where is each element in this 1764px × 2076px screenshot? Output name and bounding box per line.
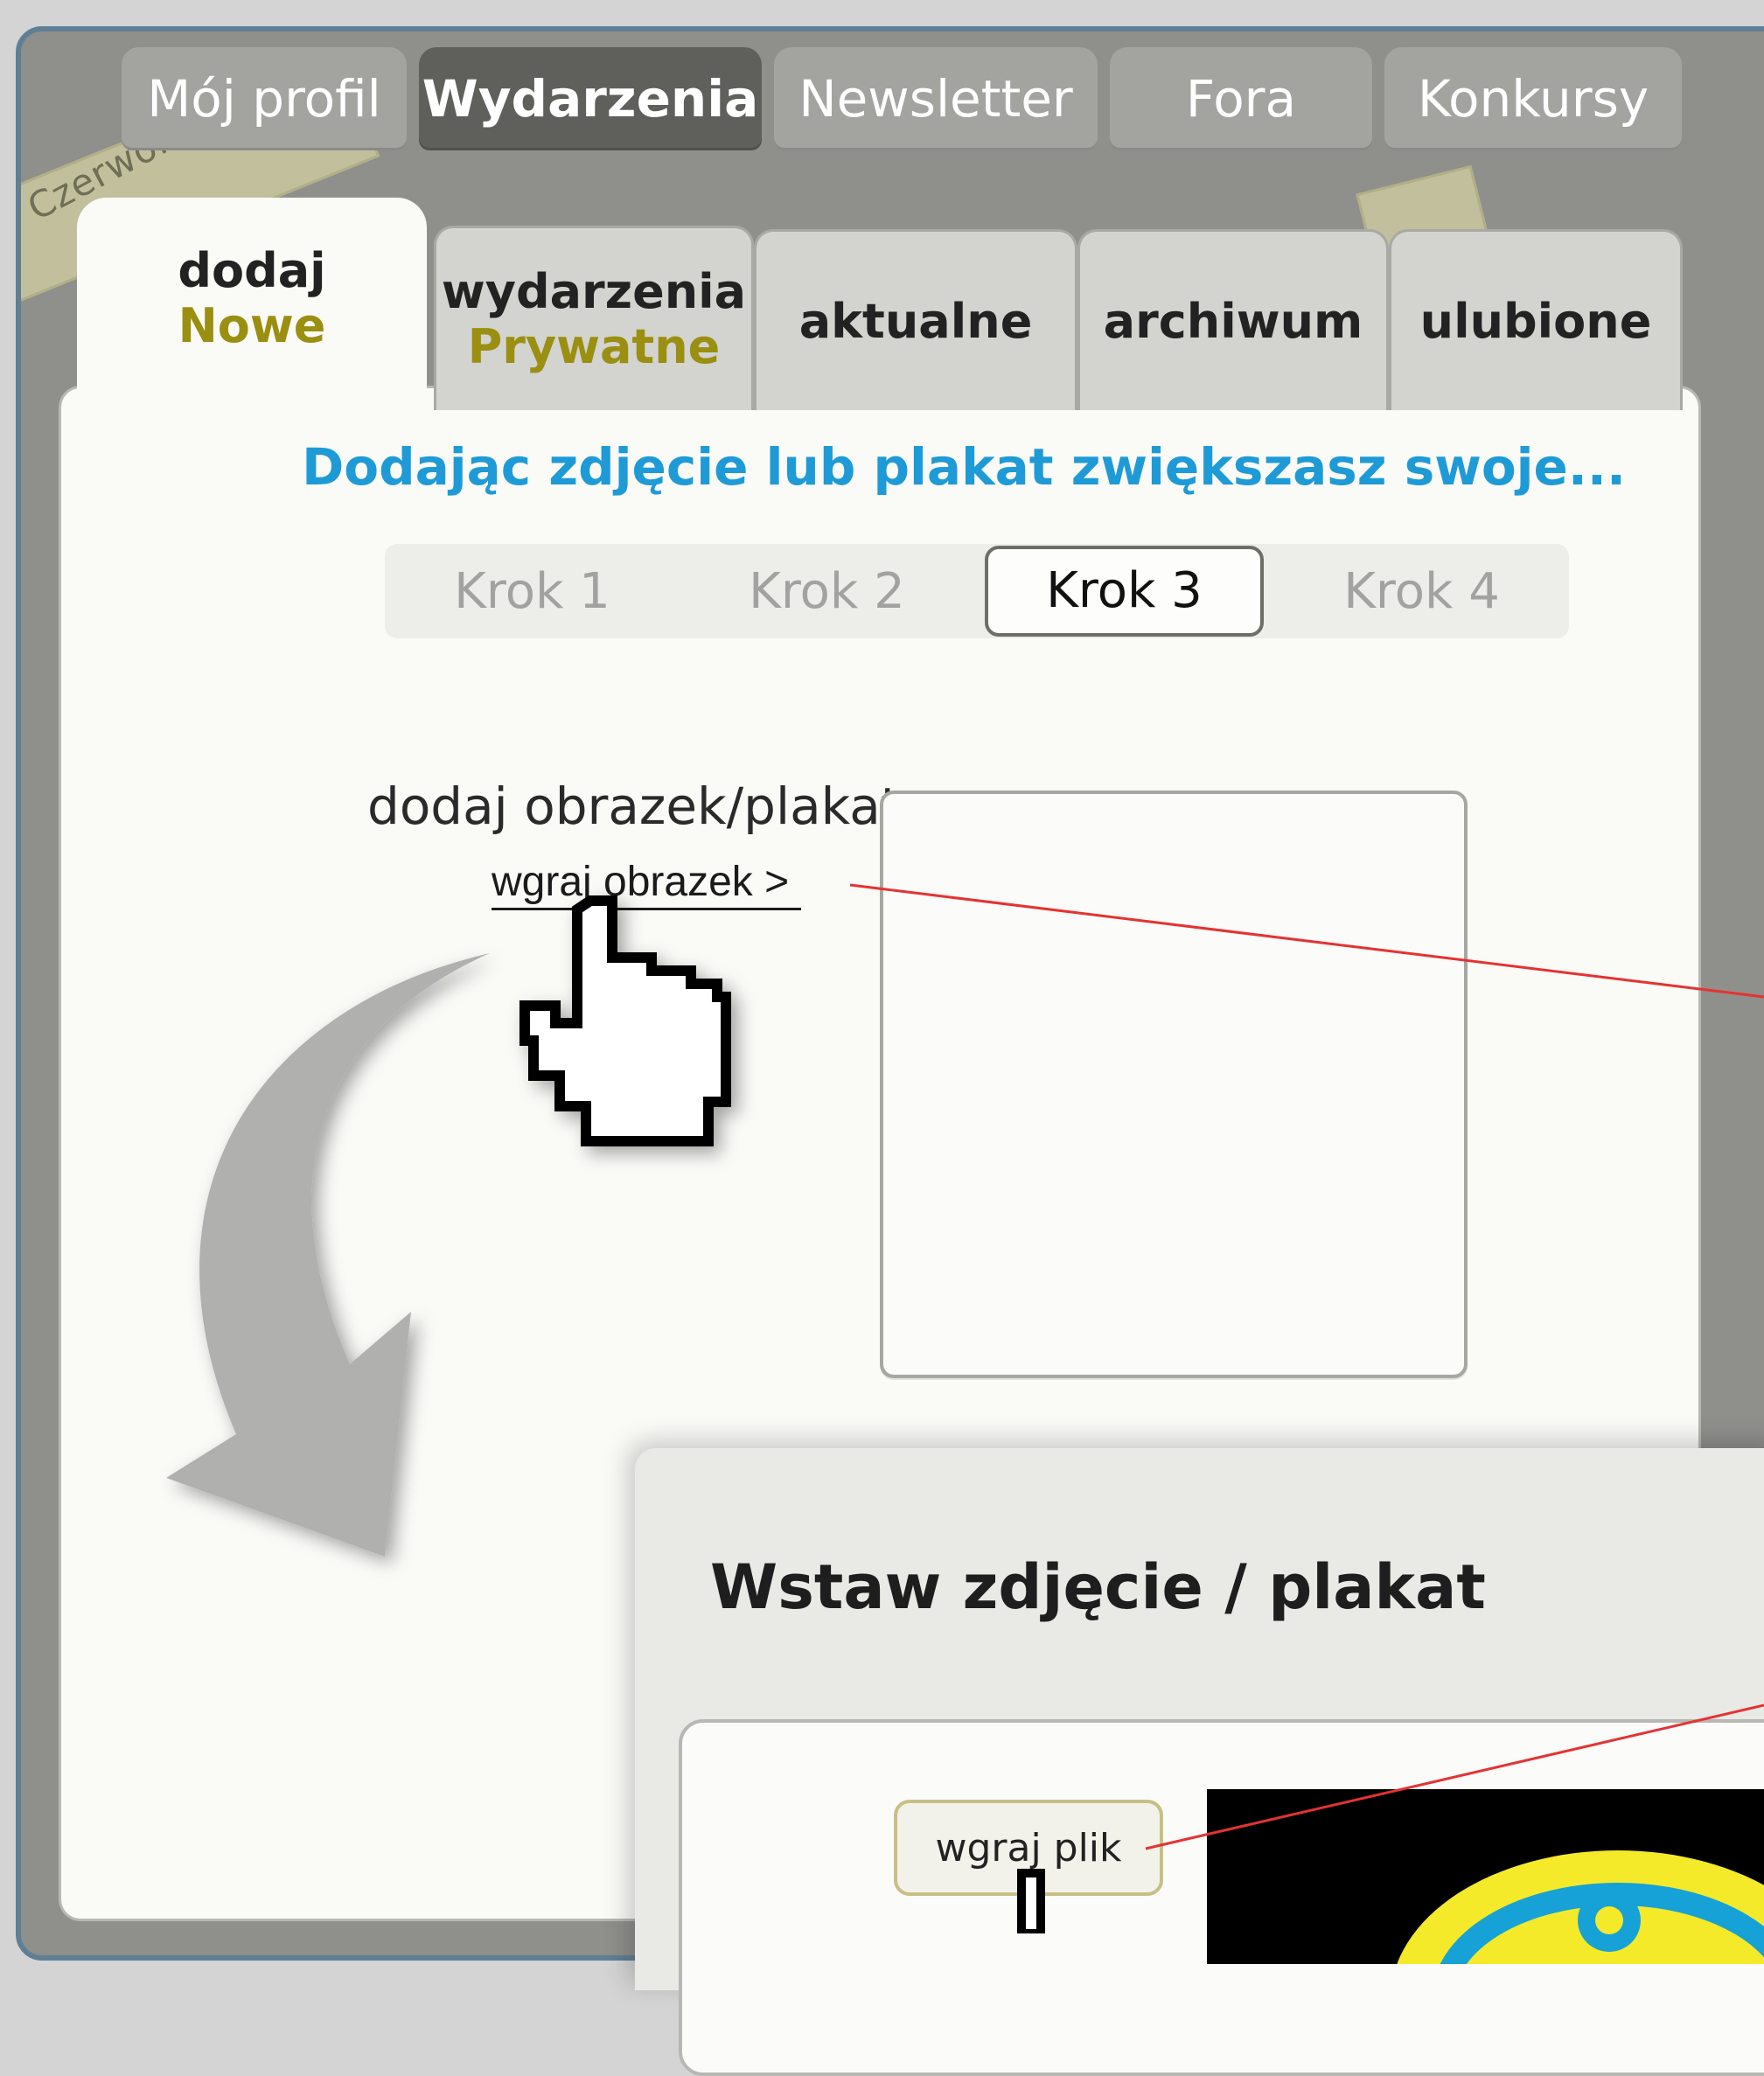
step-2[interactable]: Krok 2: [680, 563, 974, 620]
poster-graphic: [1391, 1850, 1764, 2076]
top-navigation: Mój profil Wydarzenia Newsletter Fora Ko…: [122, 47, 1694, 150]
step-1[interactable]: Krok 1: [385, 563, 680, 620]
step-4[interactable]: Krok 4: [1274, 563, 1569, 620]
sub-tab-line1: archiwum: [1103, 293, 1363, 349]
image-preview-box: [880, 791, 1468, 1378]
step-3[interactable]: Krok 3: [984, 546, 1265, 637]
step-indicator: Krok 1 Krok 2 Krok 3 Krok 4: [385, 544, 1569, 638]
top-tab-newsletter[interactable]: Newsletter: [774, 47, 1098, 150]
top-tab-forums[interactable]: Fora: [1110, 47, 1372, 150]
top-tab-profile[interactable]: Mój profil: [122, 47, 407, 150]
upload-file-button[interactable]: wgraj plik: [894, 1800, 1163, 1896]
top-tab-contests[interactable]: Konkursy: [1384, 47, 1682, 150]
poster-preview-image: [1207, 1789, 1764, 2076]
sub-tab-favorites[interactable]: ulubione: [1389, 229, 1683, 410]
sub-tab-current[interactable]: aktualne: [754, 229, 1077, 410]
sub-tab-private-events[interactable]: wydarzenia Prywatne: [434, 226, 754, 410]
sub-tab-line2: Nowe: [178, 298, 326, 353]
modal-title: Wstaw zdjęcie / plakat: [710, 1551, 1486, 1623]
sub-tab-add-new[interactable]: dodaj Nowe: [77, 198, 427, 399]
sub-tab-line1: wydarzenia: [441, 264, 747, 319]
sub-tab-archive[interactable]: archiwum: [1077, 229, 1389, 410]
sub-tab-line1: aktualne: [798, 293, 1033, 349]
add-image-label: dodaj obrazek/plakat: [367, 777, 901, 836]
promo-headline: Dodając zdjęcie lub plakat zwiększasz sw…: [302, 437, 1626, 497]
sub-tab-line1: ulubione: [1419, 293, 1652, 349]
top-tab-events[interactable]: Wydarzenia: [419, 47, 762, 150]
sub-tab-line2: Prywatne: [467, 319, 721, 374]
upload-image-link[interactable]: wgraj obrazek >: [492, 857, 802, 910]
sub-tab-line1: dodaj: [178, 243, 326, 298]
